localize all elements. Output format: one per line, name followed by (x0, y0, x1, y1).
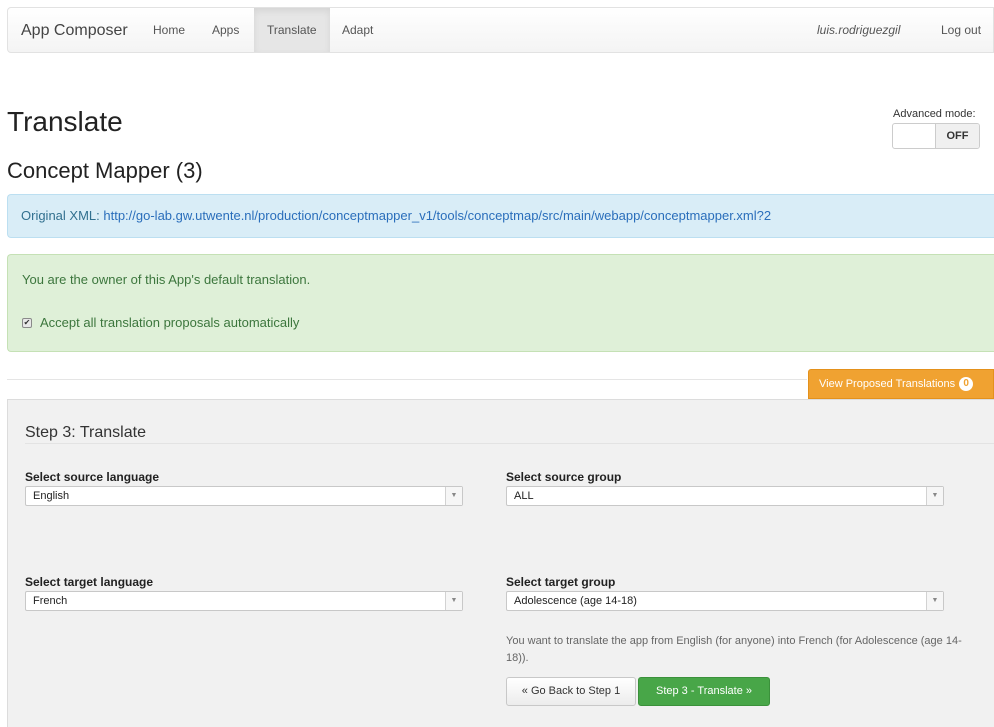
advanced-mode-state: OFF (935, 124, 979, 148)
logout-link[interactable]: Log out (941, 8, 981, 52)
ownership-alert: You are the owner of this App's default … (7, 254, 994, 352)
user-name-link[interactable]: luis.rodriguezgil (817, 8, 900, 52)
source-language-select[interactable]: English ▼ (25, 486, 463, 506)
page-title: Translate (7, 106, 123, 137)
nav-apps[interactable]: Apps (212, 8, 239, 52)
owner-message: You are the owner of this App's default … (22, 272, 311, 287)
translate-button[interactable]: Step 3 - Translate » (638, 677, 770, 706)
nav-adapt[interactable]: Adapt (342, 8, 373, 52)
source-group-label: Select source group (506, 470, 622, 484)
target-group-label: Select target group (506, 575, 616, 589)
original-xml-label: Original XML: (21, 208, 100, 223)
top-navbar: App Composer Home Apps Translate Adapt l… (7, 7, 994, 53)
translation-summary: You want to translate the app from Engli… (506, 635, 962, 664)
original-xml-alert: Original XML: http://go-lab.gw.utwente.n… (7, 194, 994, 238)
source-group-select[interactable]: ALL ▼ (506, 486, 944, 506)
proposed-count-badge: 0 (959, 377, 974, 392)
view-proposed-translations-button[interactable]: View Proposed Translations 0 (808, 369, 994, 399)
app-title: Concept Mapper (3) (7, 158, 203, 183)
target-group-select[interactable]: Adolescence (age 14-18) ▼ (506, 591, 944, 611)
target-language-select[interactable]: French ▼ (25, 591, 463, 611)
accept-proposals-checkbox[interactable]: ✔ (22, 317, 32, 328)
target-language-value: French (33, 595, 68, 607)
chevron-down-icon: ▼ (445, 487, 462, 505)
step-title: Step 3: Translate (25, 424, 146, 441)
step-divider (25, 443, 994, 444)
go-back-button[interactable]: « Go Back to Step 1 (506, 677, 636, 706)
section-divider (7, 379, 807, 380)
source-language-label: Select source language (25, 470, 160, 484)
advanced-mode-toggle[interactable]: OFF (892, 123, 980, 149)
nav-translate[interactable]: Translate (254, 8, 330, 52)
source-group-value: ALL (514, 490, 534, 502)
original-xml-link[interactable]: http://go-lab.gw.utwente.nl/production/c… (103, 208, 771, 223)
target-language-label: Select target language (25, 575, 154, 589)
source-language-value: English (33, 490, 70, 502)
accept-proposals-row[interactable]: ✔ Accept all translation proposals autom… (22, 315, 299, 330)
chevron-down-icon: ▼ (445, 592, 462, 610)
chevron-down-icon: ▼ (926, 592, 943, 610)
advanced-mode-label: Advanced mode: (893, 108, 976, 120)
chevron-down-icon: ▼ (926, 487, 943, 505)
accept-proposals-label[interactable]: Accept all translation proposals automat… (40, 315, 299, 330)
target-group-value: Adolescence (age 14-18) (514, 595, 637, 607)
nav-home[interactable]: Home (153, 8, 185, 52)
brand-link[interactable]: App Composer (21, 22, 128, 40)
proposed-translations-label: View Proposed Translations (819, 378, 956, 390)
step-panel: Step 3: Translate Select source language… (7, 399, 994, 727)
